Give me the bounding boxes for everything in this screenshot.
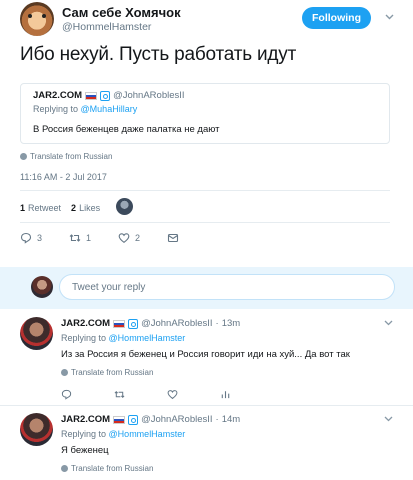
divider [20, 222, 390, 223]
reply-actions [61, 387, 273, 401]
reply-time[interactable]: 13m [222, 318, 240, 329]
reply-author-avatar[interactable] [20, 413, 53, 446]
likes-count[interactable]: 2 [71, 203, 76, 213]
reply-author-name[interactable]: JAR2.COM [61, 414, 110, 425]
likes-stat-label[interactable]: Likes [79, 203, 100, 213]
quoted-replying-user-link[interactable]: @MuhaHillary [81, 104, 138, 114]
retweet-action[interactable] [114, 389, 125, 400]
reply-more-chevron-icon[interactable] [384, 318, 393, 328]
translate-label: Translate from Russian [71, 368, 154, 377]
retweet-icon [114, 390, 125, 398]
retweet-action[interactable]: 1 [69, 232, 91, 244]
reply-tweet[interactable]: JAR2.COM @JohnARoblesII · 14m Replying t… [0, 413, 413, 477]
replying-user-link[interactable]: @HommelHamster [109, 333, 186, 343]
reply-author-name[interactable]: JAR2.COM [61, 318, 110, 329]
reply-replying-to: Replying to @HommelHamster [61, 333, 185, 343]
quoted-author-handle: @JohnARoblesII [113, 90, 185, 101]
reply-action[interactable]: 3 [20, 232, 42, 244]
reply-input[interactable]: Tweet your reply [59, 274, 395, 300]
globe-icon [61, 465, 68, 472]
camera-badge-icon [128, 414, 139, 425]
like-action-count: 2 [135, 233, 141, 243]
quoted-tweet-header: JAR2.COM @JohnARoblesII [33, 90, 185, 101]
reply-replying-to: Replying to @HommelHamster [61, 429, 185, 439]
reply-icon [61, 389, 72, 400]
retweet-stat-label[interactable]: Retweet [28, 203, 61, 213]
reply-time[interactable]: 14m [222, 414, 240, 425]
tweet-text: Ибо нехуй. Пусть работать идут [20, 44, 297, 65]
tweet-header: Сам себе Хомячок @HommelHamster Followin… [20, 2, 400, 38]
translate-link[interactable]: Translate from Russian [20, 152, 112, 161]
reply-text: Я беженец [61, 445, 109, 456]
globe-icon [61, 369, 68, 376]
quoted-replying-to: Replying to @MuhaHillary [33, 104, 137, 114]
russia-flag-icon [85, 91, 98, 100]
like-action[interactable]: 2 [118, 232, 140, 244]
more-options-chevron-icon[interactable] [382, 10, 396, 24]
reply-header: JAR2.COM @JohnARoblesII · 13m [61, 318, 241, 329]
translate-label: Translate from Russian [30, 152, 113, 161]
tweet-actions: 3 1 2 [20, 230, 206, 246]
globe-icon [20, 153, 27, 160]
following-button[interactable]: Following [302, 7, 371, 29]
camera-badge-icon [100, 90, 111, 101]
analytics-icon [221, 390, 230, 398]
camera-badge-icon [128, 318, 139, 329]
quoted-tweet[interactable]: JAR2.COM @JohnARoblesII Replying to @Muh… [20, 83, 390, 144]
divider [20, 190, 390, 191]
reply-count: 3 [37, 233, 43, 243]
current-user-avatar [31, 276, 53, 298]
reply-author-handle[interactable]: @JohnARoblesII [141, 318, 212, 329]
author-avatar[interactable] [20, 2, 54, 36]
author-handle[interactable]: @HommelHamster [62, 21, 151, 33]
retweet-count[interactable]: 1 [20, 203, 25, 213]
retweet-icon [69, 234, 81, 242]
russia-flag-icon [113, 319, 126, 328]
reply-text: Из за Россия я беженец и Россия говорит … [61, 349, 350, 360]
replying-user-link[interactable]: @HommelHamster [109, 429, 186, 439]
reply-author-handle[interactable]: @JohnARoblesII [141, 414, 212, 425]
russia-flag-icon [113, 415, 126, 424]
reply-header: JAR2.COM @JohnARoblesII · 14m [61, 414, 241, 425]
tweet-stats: 1 Retweet 2 Likes [20, 200, 100, 216]
quoted-tweet-text: В Россия беженцев даже палатка не дают [33, 124, 220, 135]
heart-icon [118, 233, 130, 243]
reply-icon [20, 232, 32, 244]
reply-more-chevron-icon[interactable] [384, 414, 393, 424]
reply-tweet[interactable]: JAR2.COM @JohnARoblesII · 13m Replying t… [0, 317, 413, 403]
direct-message-action[interactable] [167, 232, 179, 244]
tweet-timestamp[interactable]: 11:16 AM - 2 Jul 2017 [20, 172, 107, 182]
envelope-icon [167, 233, 179, 243]
divider [0, 405, 413, 406]
author-name[interactable]: Сам себе Хомячок [62, 5, 181, 20]
heart-icon [167, 389, 178, 399]
reply-composer: Tweet your reply [0, 267, 413, 309]
replying-prefix: Replying to [61, 429, 107, 439]
translate-link[interactable]: Translate from Russian [61, 368, 153, 377]
quoted-author-name: JAR2.COM [33, 90, 83, 101]
quoted-replying-prefix: Replying to [33, 104, 79, 114]
translate-label: Translate from Russian [71, 464, 154, 473]
reply-action[interactable] [61, 389, 72, 400]
translate-link[interactable]: Translate from Russian [61, 464, 153, 473]
analytics-action[interactable] [220, 389, 231, 400]
replying-prefix: Replying to [61, 333, 107, 343]
reply-author-avatar[interactable] [20, 317, 53, 350]
like-action[interactable] [167, 389, 178, 400]
retweet-action-count: 1 [86, 233, 92, 243]
liker-avatar[interactable] [116, 198, 133, 215]
